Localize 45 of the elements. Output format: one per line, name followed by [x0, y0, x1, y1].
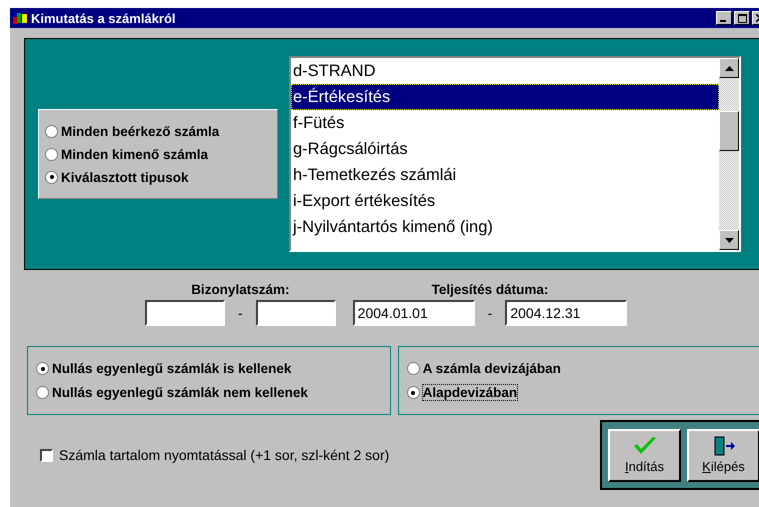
radio-label: Kiválasztott tipusok — [61, 170, 189, 184]
scroll-up-icon — [724, 66, 734, 70]
checkbox-label: Számla tartalom nyomtatással (+1 sor, szl-ként 2 sor) — [59, 447, 390, 463]
scroll-thumb[interactable] — [719, 111, 739, 151]
list-item[interactable]: h-Temetkezés számlái — [291, 162, 719, 188]
radio-label: A számla devizájában — [422, 361, 561, 376]
maximize-button[interactable] — [734, 11, 750, 25]
radio-label: Nullás egyenlegű számlák nem kellenek — [52, 385, 308, 400]
maximize-icon — [738, 14, 746, 22]
exit-button[interactable]: Kilépés — [687, 428, 759, 482]
radio-label: Alapdevizában — [422, 385, 518, 400]
radio-label: Minden beérkező számla — [61, 124, 220, 138]
list-item[interactable]: d-STRAND — [291, 58, 719, 84]
checkmark-icon — [632, 436, 656, 456]
scroll-down-icon — [724, 238, 734, 242]
zero-balance-radio[interactable]: Nullás egyenlegű számlák is kellenek — [36, 358, 390, 378]
minimize-button[interactable] — [716, 11, 732, 25]
source-radio[interactable]: Minden beérkező számla — [45, 121, 277, 141]
door-arrow-icon — [712, 436, 736, 456]
scrollbar[interactable] — [719, 58, 739, 250]
currency-radio[interactable]: A számla devizájában — [406, 358, 759, 378]
list-item[interactable]: i-Export értékesítés — [291, 188, 719, 214]
source-radio[interactable]: Minden kimenő számla — [45, 144, 277, 164]
input-field[interactable] — [145, 300, 225, 326]
field-label: Bizonylatszám: — [191, 282, 290, 297]
range-separator: - — [238, 305, 243, 321]
range-separator: - — [488, 305, 492, 321]
radio-label: Nullás egyenlegű számlák is kellenek — [52, 361, 292, 376]
list-item[interactable]: g-Rágcsálóirtás — [291, 136, 719, 162]
type-list[interactable]: d-STRAND e-Értékesítés f-Fütés g-Rágcsálóirtás h-Temetkezés számlái i-Export értékesítés j-Nyilvántartós kimenő (ing) — [289, 56, 741, 252]
app-icon — [12, 10, 28, 26]
list-item[interactable]: f-Fütés — [291, 110, 719, 136]
source-radio[interactable]: Kiválasztott tipusok — [45, 167, 277, 187]
list-item[interactable]: e-Értékesítés — [291, 84, 719, 110]
date-field[interactable]: 2004.01.01 — [352, 300, 475, 326]
window-title: Kimutatás a számlákról — [31, 10, 177, 26]
zero-balance-radio[interactable]: Nullás egyenlegű számlák nem kellenek — [36, 382, 390, 402]
field-label: Teljesítés dátuma: — [432, 282, 548, 297]
print-content-checkbox[interactable]: Számla tartalom nyomtatással (+1 sor, szl-ként 2 sor) — [40, 447, 600, 463]
input-field[interactable] — [256, 300, 336, 326]
list-item[interactable]: j-Nyilvántartós kimenő (ing) — [291, 214, 719, 240]
start-button[interactable]: Indítás — [608, 428, 681, 482]
currency-radio[interactable]: Alapdevizában — [406, 382, 759, 402]
radio-label: Minden kimenő számla — [61, 146, 208, 162]
date-field[interactable]: 2004.12.31 — [505, 300, 628, 326]
